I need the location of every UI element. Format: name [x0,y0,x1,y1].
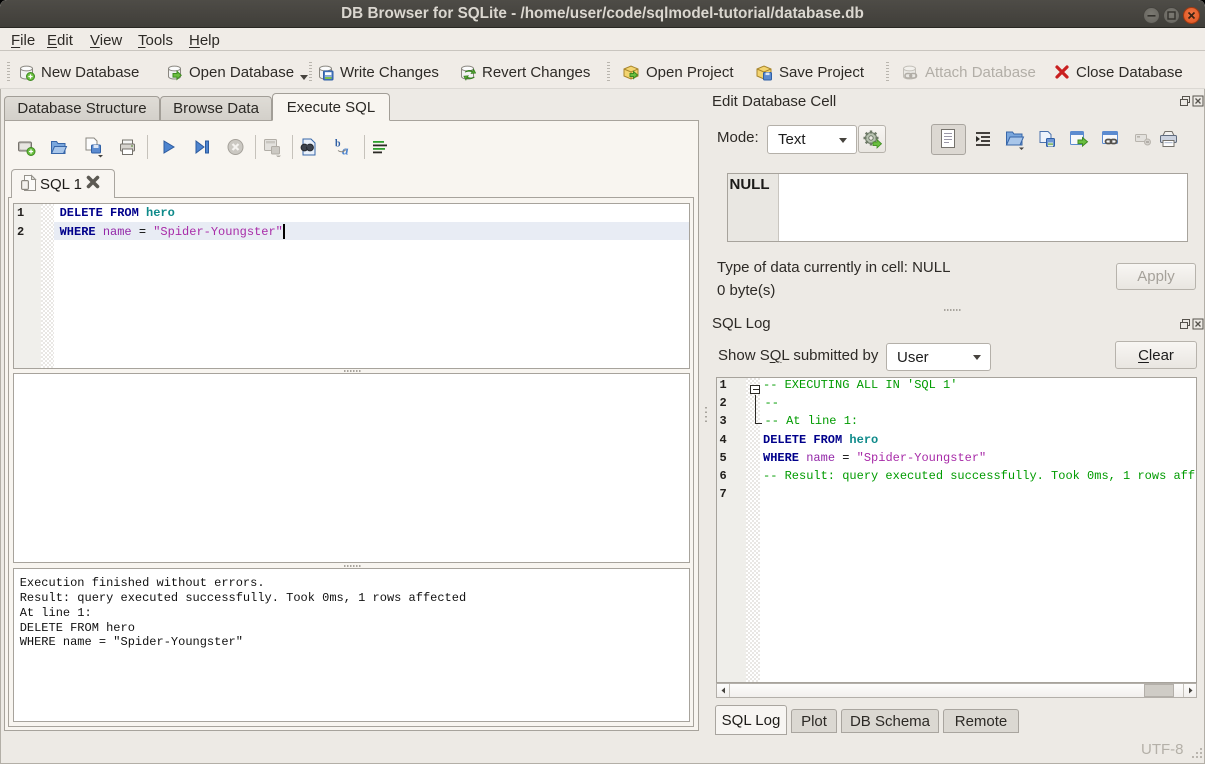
svg-text:b: b [335,139,341,150]
